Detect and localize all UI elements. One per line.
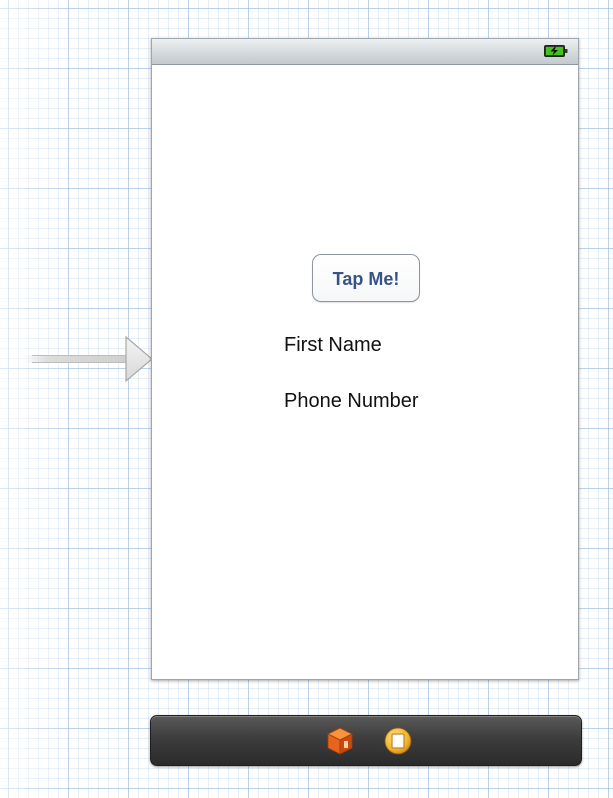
first-name-label[interactable]: First Name (284, 334, 382, 357)
scene-dock (150, 715, 582, 766)
battery-charging-icon (544, 45, 568, 57)
phone-number-label[interactable]: Phone Number (284, 390, 419, 413)
status-bar (152, 39, 578, 65)
entry-point-arrow-icon[interactable] (22, 336, 154, 382)
tap-me-button[interactable]: Tap Me! (312, 254, 420, 302)
view-controller-icon[interactable] (383, 726, 413, 756)
first-responder-cube-icon[interactable] (325, 726, 355, 756)
view-controller-scene: Tap Me! First Name Phone Number (151, 38, 579, 680)
